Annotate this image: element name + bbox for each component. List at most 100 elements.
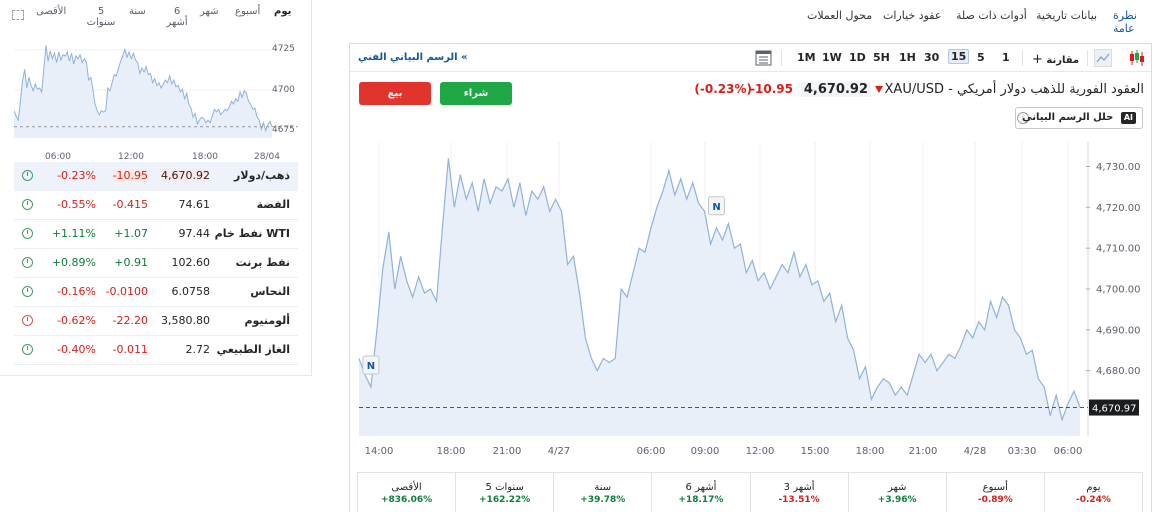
interval-5[interactable]: 5: [977, 51, 985, 64]
performance-label: 3 أشهر: [783, 482, 815, 493]
period-tab-day[interactable]: يوم: [274, 6, 291, 17]
ai-badge: AI: [1120, 112, 1136, 124]
instrument-change: -10.95: [750, 82, 793, 96]
interval-1w[interactable]: 1W: [822, 51, 842, 64]
interval-30[interactable]: 30: [924, 51, 939, 64]
quote-name: ذهب/دولار: [234, 169, 290, 182]
instrument-title: XAU/USD - العقود الفورية للذهب دولار أمر…: [884, 82, 1144, 97]
period-tab-6m[interactable]: 6 أشهر: [162, 6, 192, 28]
mini-ytick: 4700: [272, 85, 295, 95]
app-root: يوم أسبوع شهر 6 أشهر سنة 5 سنوات الأقصى …: [0, 0, 1161, 512]
mini-ytick: 4725: [272, 44, 295, 54]
market-clock-icon: [22, 199, 33, 210]
sell-button[interactable]: بيع: [359, 82, 431, 105]
compare-button[interactable]: + مقارنة: [1032, 52, 1079, 67]
quote-last: 4,670.92: [161, 169, 210, 182]
market-clock-icon: [22, 257, 33, 268]
quote-change: +1.07: [114, 227, 148, 240]
chart-card: الرسم البياني الفني « 1 5 15 30 1H 5H 1D…: [349, 43, 1152, 512]
performance-label: شهر: [887, 482, 907, 493]
period-tab-week[interactable]: أسبوع: [235, 6, 260, 17]
quote-last: 74.61: [178, 198, 211, 211]
quote-change-pct: -0.40%: [57, 343, 96, 356]
quote-row[interactable]: نفط خام WTI 97.44 +1.07 +1.11%: [14, 220, 298, 249]
news-marker[interactable]: N: [708, 196, 726, 216]
market-clock-icon: [22, 344, 33, 355]
quote-change: +0.91: [114, 256, 148, 269]
y-tick-label: 4,730.00: [1096, 162, 1141, 173]
technical-chart-link[interactable]: الرسم البياني الفني «: [358, 52, 468, 63]
quote-list: ذهب/دولار 4,670.92 -10.95 -0.23% الفضة 74.61 -…: [14, 162, 298, 365]
quote-change-pct: +1.11%: [51, 227, 96, 240]
interval-1m[interactable]: 1M: [797, 51, 816, 64]
news-marker-label: N: [712, 202, 720, 213]
interval-5h[interactable]: 5H: [873, 51, 890, 64]
performance-cell[interactable]: 6 أشهر +18.17%: [651, 473, 749, 512]
x-tick-label: 14:00: [365, 446, 394, 457]
buy-button[interactable]: شراء: [440, 82, 512, 105]
quote-name: نفط برنت: [235, 256, 290, 269]
interval-1h[interactable]: 1H: [899, 51, 916, 64]
performance-cell[interactable]: يوم -0.24%: [1043, 473, 1142, 512]
x-tick-label: 06:00: [637, 446, 666, 457]
quote-row[interactable]: ذهب/دولار 4,670.92 -10.95 -0.23%: [14, 162, 298, 191]
quote-last: 6.0758: [171, 285, 211, 298]
performance-value: +836.06%: [380, 495, 433, 505]
quote-name: ألومنيوم: [244, 314, 290, 327]
down-arrow-icon: [875, 86, 883, 93]
performance-value: +162.22%: [479, 495, 531, 505]
performance-cell[interactable]: الأقصى +836.06%: [358, 473, 455, 512]
quote-change-pct: -0.23%: [57, 169, 96, 182]
quote-row[interactable]: الفضة 74.61 -0.415 -0.55%: [14, 191, 298, 220]
period-tab-max[interactable]: الأقصى: [36, 6, 66, 17]
price-chart[interactable]: 14:00 18:00 21:00 4/27 06:00 09:00 12:00 15:00 1…: [350, 134, 1151, 469]
instrument-price: 4,670.92: [800, 82, 871, 97]
candlestick-icon[interactable]: [1128, 48, 1146, 68]
mini-ytick: 4675: [272, 125, 295, 135]
performance-cell[interactable]: 3 أشهر -13.51%: [749, 473, 848, 512]
expand-icon[interactable]: [12, 10, 24, 20]
quote-last: 2.72: [185, 343, 211, 356]
quote-change: -0.0100: [105, 285, 148, 298]
mini-price-chart: [14, 45, 298, 138]
quote-change-pct: -0.62%: [57, 314, 96, 327]
last-price-label: 4,670.97: [1092, 404, 1137, 415]
news-marker[interactable]: N: [362, 355, 380, 375]
performance-value: -0.89%: [977, 495, 1013, 505]
nav-currency-converter[interactable]: محول العملات: [807, 9, 872, 22]
nav-historical-data[interactable]: بيانات تاريخية: [1036, 9, 1097, 22]
performance-cell[interactable]: سنة +39.78%: [553, 473, 651, 512]
quote-change-pct: -0.55%: [57, 198, 96, 211]
performance-cell[interactable]: شهر +3.96%: [847, 473, 946, 512]
period-tab-month[interactable]: شهر: [200, 6, 219, 17]
nav-options[interactable]: عقود خيارات: [883, 9, 941, 22]
mini-xtick: 28/04: [254, 152, 280, 162]
performance-value: +39.78%: [580, 495, 626, 505]
interval-15[interactable]: 15: [948, 49, 970, 64]
quote-last: 97.44: [178, 227, 211, 240]
period-tab-5y[interactable]: 5 سنوات: [84, 6, 118, 28]
y-tick-label: 4,680.00: [1096, 366, 1141, 377]
performance-cell[interactable]: 5 سنوات +162.22%: [455, 473, 553, 512]
nav-overview[interactable]: نظرة عامة: [1113, 9, 1161, 35]
x-tick-label: 4/28: [964, 446, 986, 457]
mini-xtick: 12:00: [118, 152, 144, 162]
market-clock-icon: [22, 315, 33, 326]
chart-layout-icon[interactable]: [755, 50, 772, 66]
interval-1d[interactable]: 1D: [849, 51, 866, 64]
y-tick-label: 4,720.00: [1096, 203, 1141, 214]
performance-cell[interactable]: أسبوع -0.89%: [945, 473, 1044, 512]
quote-row[interactable]: ألومنيوم 3,580.80 -22.20 -0.62%: [14, 307, 298, 336]
performance-label: أسبوع: [982, 482, 1008, 493]
x-tick-label: 18:00: [856, 446, 885, 457]
x-tick-label: 06:00: [1054, 446, 1083, 457]
nav-related-instruments[interactable]: أدوات ذات صلة: [956, 9, 1027, 22]
analyze-chart-button[interactable]: حلل الرسم البياني AI: [1015, 107, 1143, 129]
quote-row[interactable]: النحاس 6.0758 -0.0100 -0.16%: [14, 278, 298, 307]
performance-value: +18.17%: [678, 495, 724, 505]
period-tab-year[interactable]: سنة: [129, 6, 146, 17]
area-chart-icon[interactable]: [1094, 49, 1112, 67]
interval-1[interactable]: 1: [1002, 51, 1010, 64]
quote-row[interactable]: الغاز الطبيعي 2.72 -0.011 -0.40%: [14, 336, 298, 365]
quote-row[interactable]: نفط برنت 102.60 +0.91 +0.89%: [14, 249, 298, 278]
